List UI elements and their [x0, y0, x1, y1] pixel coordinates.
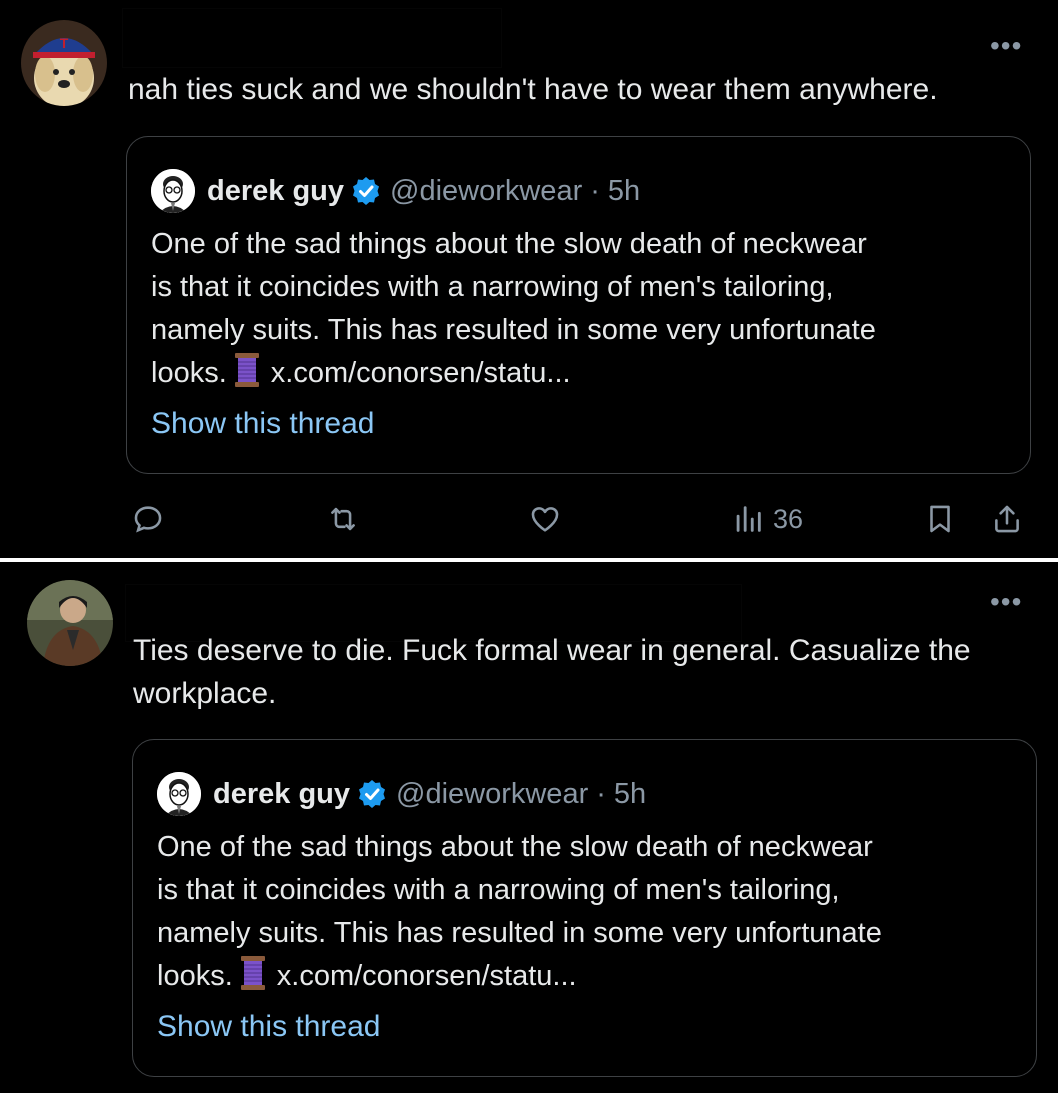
quote-text: One of the sad things about the slow dea…	[151, 223, 1011, 395]
verified-badge-icon	[356, 778, 388, 810]
bookmark-icon	[930, 505, 950, 533]
quote-author-avatar[interactable]	[157, 772, 201, 816]
post-2: ••• Ties deserve to die. Fuck formal wea…	[0, 562, 1058, 1093]
quote-line: One of the sad things about the slow dea…	[151, 228, 867, 260]
post-text: nah ties suck and we shouldn't have to w…	[128, 73, 938, 106]
user-avatar[interactable]	[27, 580, 113, 666]
quote-link[interactable]: x.com/conorsen/statu...	[271, 357, 571, 389]
verified-badge-icon	[350, 175, 382, 207]
heart-icon	[531, 507, 559, 532]
svg-text:T: T	[60, 35, 69, 51]
like-button[interactable]	[528, 502, 562, 536]
post-actions: 36	[0, 502, 1058, 546]
share-button[interactable]	[990, 502, 1024, 536]
thread-spool-icon	[233, 352, 261, 388]
quote-author-name[interactable]: derek guy	[207, 175, 344, 208]
reply-icon	[134, 506, 162, 533]
quote-link[interactable]: x.com/conorsen/statu...	[277, 960, 577, 992]
quote-line: One of the sad things about the slow dea…	[157, 831, 873, 863]
quote-timestamp[interactable]: 5h	[608, 175, 640, 208]
repost-button[interactable]	[326, 502, 360, 536]
post-text: Ties deserve to die. Fuck formal wear in…	[133, 634, 971, 710]
quote-author-handle[interactable]: @dieworkwear	[396, 778, 588, 811]
bookmark-button[interactable]	[923, 502, 957, 536]
quote-text: One of the sad things about the slow dea…	[157, 826, 1017, 998]
quoted-post[interactable]: derek guy @dieworkwear · 5h One of the s…	[126, 136, 1031, 474]
thread-spool-icon	[239, 955, 267, 991]
analytics-icon	[736, 506, 761, 532]
redacted-username	[122, 8, 502, 68]
quote-line: is that it coincides with a narrowing of…	[157, 874, 840, 906]
quote-line-start: looks.	[157, 960, 233, 992]
quote-header: derek guy @dieworkwear · 5h	[157, 772, 646, 816]
views-button[interactable]: 36	[731, 502, 803, 536]
views-count: 36	[773, 503, 804, 534]
more-options-icon[interactable]: •••	[990, 588, 1022, 616]
quote-line: looks. x.com/conorsen/statu...	[151, 352, 1011, 395]
quote-line: is that it coincides with a narrowing of…	[151, 271, 834, 303]
show-thread-link[interactable]: Show this thread	[151, 407, 374, 441]
quoted-post[interactable]: derek guy @dieworkwear · 5h One of the s…	[132, 739, 1037, 1077]
quote-author-avatar[interactable]	[151, 169, 195, 213]
quote-line: namely suits. This has resulted in some …	[157, 917, 882, 949]
quote-header: derek guy @dieworkwear · 5h	[151, 169, 640, 213]
more-options-icon[interactable]: •••	[990, 32, 1022, 60]
repost-icon	[331, 507, 355, 531]
meta-separator: ·	[590, 174, 600, 207]
quote-line: looks. x.com/conorsen/statu...	[157, 955, 1017, 998]
quote-timestamp[interactable]: 5h	[614, 778, 646, 811]
show-thread-link[interactable]: Show this thread	[157, 1010, 380, 1044]
reply-button[interactable]	[131, 502, 165, 536]
meta-separator: ·	[596, 777, 606, 810]
quote-author-name[interactable]: derek guy	[213, 778, 350, 811]
quote-author-handle[interactable]: @dieworkwear	[390, 175, 582, 208]
post-1: T ••• nah ties suck and we shouldn't hav…	[0, 0, 1058, 558]
quote-line-start: looks.	[151, 357, 227, 389]
quote-line: namely suits. This has resulted in some …	[151, 314, 876, 346]
user-avatar[interactable]: T	[21, 20, 107, 106]
share-icon	[995, 505, 1019, 533]
